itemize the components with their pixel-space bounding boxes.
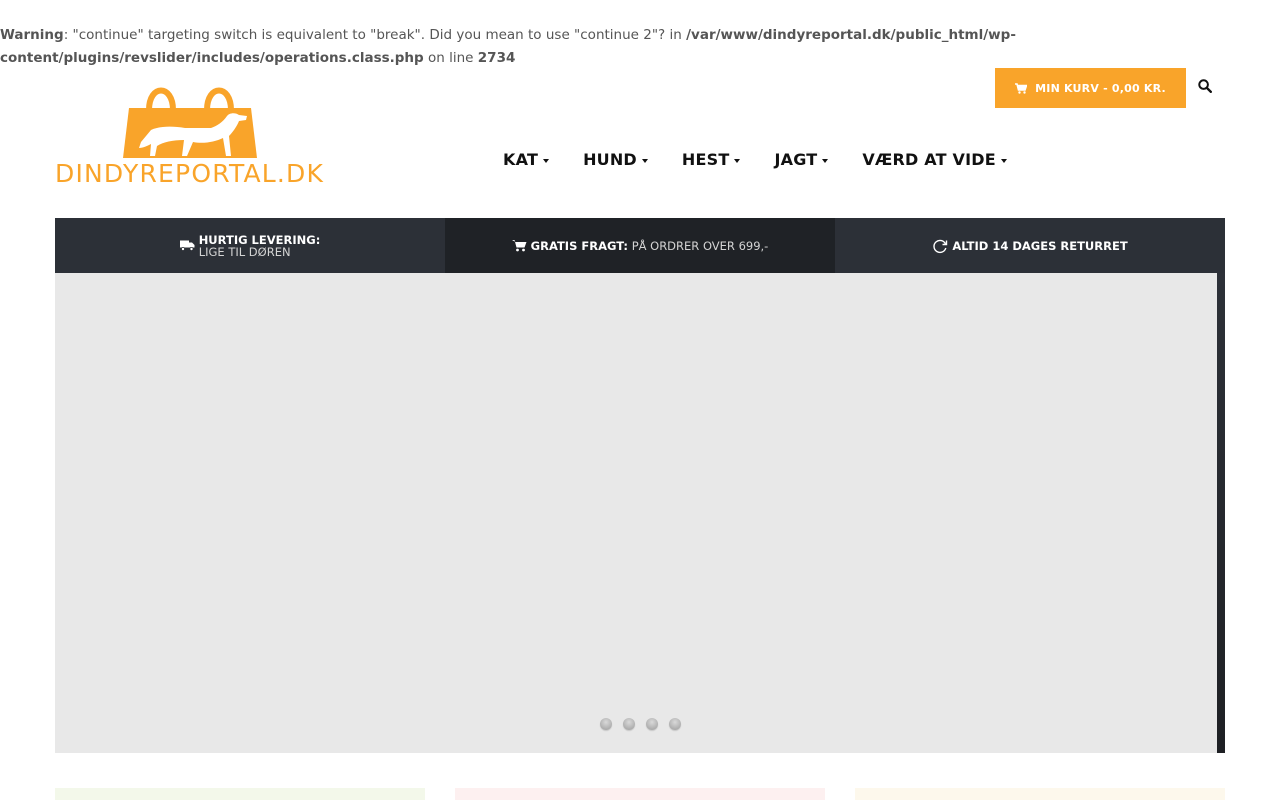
- usp-returns-title: ALTID 14 DAGES RETURRET: [952, 238, 1128, 253]
- warning-on-line: on line: [423, 50, 478, 66]
- warning-text: : "continue" targeting switch is equival…: [63, 27, 687, 43]
- cart-icon: [511, 240, 527, 252]
- warning-label: Warning: [0, 27, 64, 43]
- usp-shipping-title: GRATIS FRAGT:: [530, 238, 629, 253]
- usp-shipping-subtitle: PÅ ORDRER OVER 699,-: [631, 238, 769, 253]
- refresh-icon: [933, 239, 948, 253]
- caret-down-icon: [734, 158, 741, 163]
- main-navigation: KAT HUND HEST JAGT VÆRD AT VIDE: [503, 146, 1041, 172]
- promo-tile-2[interactable]: [455, 788, 825, 800]
- usp-delivery-subtitle: LIGE TIL DØREN: [198, 244, 291, 259]
- cart-icon: [1015, 82, 1028, 94]
- hero-slider[interactable]: [55, 273, 1225, 753]
- search-button[interactable]: [1196, 77, 1214, 95]
- nav-item-hund[interactable]: HUND: [583, 146, 648, 172]
- nav-item-label: HUND: [583, 149, 637, 169]
- shopping-bag-dog-logo-icon: [123, 87, 257, 158]
- nav-item-jagt[interactable]: JAGT: [774, 146, 829, 172]
- promo-tile-1[interactable]: [55, 788, 425, 800]
- logo-text: DINDYREPORTAL.DK: [55, 159, 325, 188]
- php-warning-message: Warning: "continue" targeting switch is …: [0, 24, 1280, 70]
- slider-pagination: [600, 718, 692, 730]
- slider-dot[interactable]: [646, 718, 658, 730]
- search-icon: [1198, 79, 1213, 94]
- caret-down-icon: [1000, 158, 1007, 163]
- usp-fast-delivery: HURTIG LEVERING: LIGE TIL DØREN: [55, 218, 445, 273]
- nav-item-hest[interactable]: HEST: [682, 146, 741, 172]
- site-logo[interactable]: DINDYREPORTAL.DK: [55, 82, 327, 188]
- warning-line-number: 2734: [477, 50, 516, 66]
- slider-dot[interactable]: [669, 718, 681, 730]
- promo-tile-3[interactable]: [855, 788, 1225, 800]
- usp-returns: ALTID 14 DAGES RETURRET: [835, 218, 1225, 273]
- nav-item-label: VÆRD AT VIDE: [862, 149, 996, 169]
- slider-dot[interactable]: [600, 718, 612, 730]
- nav-item-label: KAT: [503, 149, 539, 169]
- usp-delivery-title: HURTIG LEVERING:: [198, 232, 321, 247]
- caret-down-icon: [543, 158, 550, 163]
- caret-down-icon: [822, 158, 829, 163]
- nav-item-label: HEST: [681, 149, 730, 169]
- caret-down-icon: [641, 158, 648, 163]
- nav-item-kat[interactable]: KAT: [503, 146, 550, 172]
- usp-free-shipping: GRATIS FRAGT: PÅ ORDRER OVER 699,-: [445, 218, 835, 273]
- cart-button[interactable]: MIN KURV - 0,00 KR.: [995, 68, 1186, 108]
- cart-label: MIN KURV - 0,00 KR.: [1035, 81, 1166, 95]
- nav-item-vaerd-at-vide[interactable]: VÆRD AT VIDE: [862, 146, 1007, 172]
- slider-edge-shadow: [1217, 273, 1225, 753]
- slider-dot[interactable]: [623, 718, 635, 730]
- usp-bar: HURTIG LEVERING: LIGE TIL DØREN GRATIS F…: [55, 218, 1225, 273]
- nav-item-label: JAGT: [774, 149, 818, 169]
- truck-icon: [179, 240, 195, 251]
